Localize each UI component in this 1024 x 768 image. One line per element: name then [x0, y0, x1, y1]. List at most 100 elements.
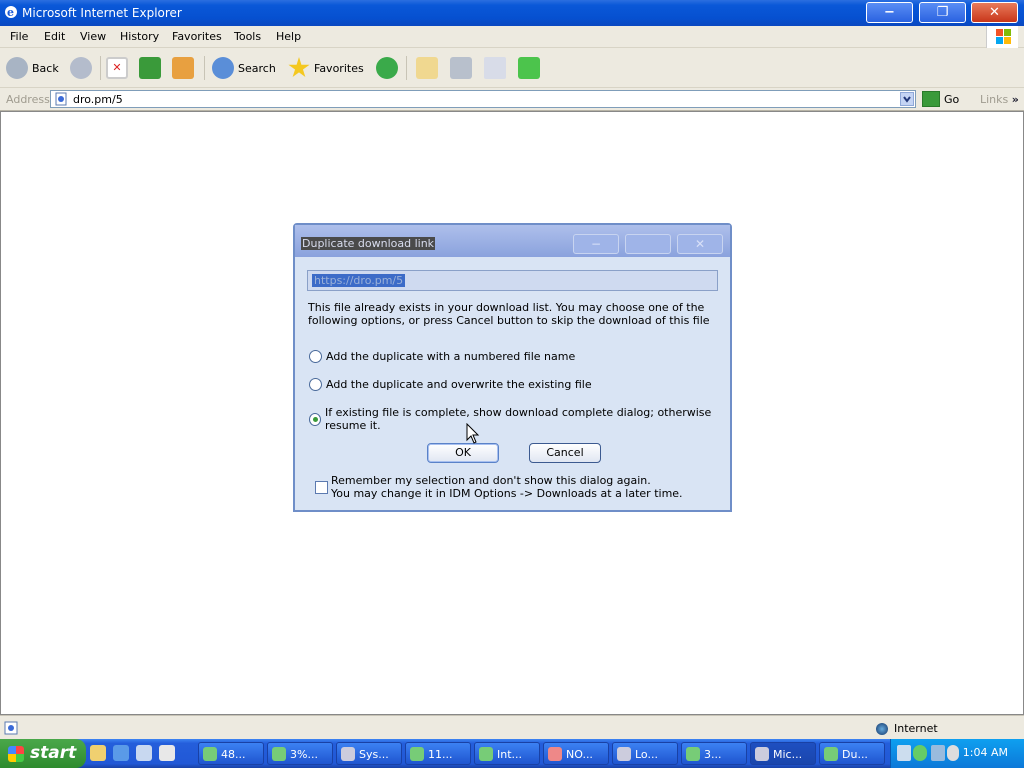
ok-button[interactable]: OK — [427, 443, 499, 463]
menu-bar: File Edit View History Favorites Tools H… — [0, 26, 1024, 48]
windows-logo-icon — [986, 26, 1018, 48]
close-button[interactable]: ✕ — [971, 2, 1018, 23]
taskbar-item[interactable]: 48... — [198, 742, 264, 765]
option-resume[interactable]: If existing file is complete, show downl… — [309, 406, 730, 432]
edit-button[interactable] — [484, 56, 506, 80]
globe-icon — [876, 722, 888, 735]
taskbar-item[interactable]: Lo... — [612, 742, 678, 765]
address-label: Address — [6, 93, 50, 106]
task-label: NO... — [566, 748, 593, 761]
idm-tray-icon[interactable] — [913, 745, 927, 761]
dialog-maximize-button[interactable] — [625, 234, 671, 254]
menu-edit[interactable]: Edit — [44, 30, 65, 43]
network-icon[interactable] — [897, 745, 911, 761]
menu-view[interactable]: View — [80, 30, 106, 43]
window-titlebar[interactable]: e Microsoft Internet Explorer − ❐ ✕ — [0, 0, 1024, 26]
links-button[interactable]: Links » — [980, 93, 1019, 106]
mouse-cursor-icon — [466, 423, 480, 444]
task-label: 11... — [428, 748, 453, 761]
minimize-button[interactable]: − — [866, 2, 913, 23]
status-bar: Internet — [0, 715, 1024, 739]
back-label: Back — [32, 61, 59, 75]
remember-line-1: Remember my selection and don't show thi… — [331, 474, 651, 487]
volume-icon[interactable] — [947, 745, 959, 761]
mail-button[interactable] — [416, 56, 438, 80]
remember-checkbox[interactable] — [315, 481, 328, 494]
dialog-url-field[interactable]: https://dro.pm/5 — [307, 270, 718, 291]
task-label: 3%... — [290, 748, 318, 761]
go-button[interactable]: Go — [922, 91, 959, 107]
internet-explorer-icon: e — [5, 6, 17, 19]
printer-icon — [450, 57, 472, 79]
taskbar-item[interactable]: 11... — [405, 742, 471, 765]
menu-file[interactable]: File — [10, 30, 28, 43]
dialog-close-button[interactable]: ✕ — [677, 234, 723, 254]
task-icon — [203, 747, 217, 761]
toolbar-divider — [100, 56, 101, 80]
quicklaunch-folder-icon[interactable] — [90, 745, 106, 761]
media-button[interactable] — [376, 56, 398, 80]
start-button[interactable]: start — [0, 739, 86, 768]
task-icon — [548, 747, 562, 761]
toolbar: Back ✕ Search Favorites — [0, 48, 1024, 88]
search-button[interactable]: Search — [212, 56, 276, 80]
back-button[interactable]: Back — [6, 56, 59, 80]
start-label: start — [30, 743, 77, 763]
star-icon — [288, 57, 310, 78]
option-label: Add the duplicate with a numbered file n… — [326, 350, 576, 363]
radio-button-selected[interactable] — [309, 412, 321, 426]
menu-history[interactable]: History — [120, 30, 159, 43]
option-numbered-name[interactable]: Add the duplicate with a numbered file n… — [309, 350, 575, 363]
print-button[interactable] — [450, 56, 472, 80]
task-label: 3... — [704, 748, 722, 761]
dialog-url-text: https://dro.pm/5 — [312, 274, 406, 287]
quicklaunch-desktop-icon[interactable] — [136, 745, 152, 761]
taskbar-item[interactable]: 3... — [681, 742, 747, 765]
address-dropdown-button[interactable] — [900, 92, 914, 106]
zone-label: Internet — [894, 722, 938, 735]
option-overwrite[interactable]: Add the duplicate and overwrite the exis… — [309, 378, 592, 391]
option-label: Add the duplicate and overwrite the exis… — [326, 378, 592, 391]
chevron-down-icon — [903, 96, 911, 103]
messenger-button[interactable] — [518, 56, 540, 80]
display-icon[interactable] — [931, 745, 945, 761]
home-button[interactable] — [172, 56, 194, 80]
duplicate-download-dialog: Duplicate download link − ✕ https://dro.… — [293, 223, 732, 512]
taskbar-item[interactable]: Int... — [474, 742, 540, 765]
task-icon — [686, 747, 700, 761]
task-label: Du... — [842, 748, 868, 761]
links-label: Links — [980, 93, 1009, 106]
menu-help[interactable]: Help — [276, 30, 301, 43]
address-bar: Address dro.pm/5 Go Links » — [0, 88, 1024, 111]
menu-favorites[interactable]: Favorites — [172, 30, 222, 43]
radio-button[interactable] — [309, 378, 322, 391]
links-chevron-icon: » — [1011, 93, 1019, 106]
task-icon — [824, 747, 838, 761]
radio-button[interactable] — [309, 350, 322, 363]
task-label: Mic... — [773, 748, 803, 761]
quicklaunch-media-icon[interactable] — [159, 745, 175, 761]
taskbar-item[interactable]: Du... — [819, 742, 885, 765]
favorites-button[interactable]: Favorites — [288, 56, 364, 80]
task-label: 48... — [221, 748, 246, 761]
taskbar-item[interactable]: NO... — [543, 742, 609, 765]
task-icon — [272, 747, 286, 761]
dialog-title: Duplicate download link — [301, 237, 436, 250]
stop-button[interactable]: ✕ — [106, 56, 128, 80]
address-input[interactable]: dro.pm/5 — [50, 90, 916, 108]
forward-button[interactable] — [70, 56, 92, 80]
cancel-button[interactable]: Cancel — [529, 443, 601, 463]
dialog-titlebar[interactable]: Duplicate download link − ✕ — [295, 225, 730, 257]
edit-page-icon — [484, 57, 506, 79]
refresh-button[interactable] — [139, 56, 161, 80]
menu-tools[interactable]: Tools — [234, 30, 261, 43]
mail-icon — [416, 57, 438, 79]
clock[interactable]: 1:04 AM — [963, 746, 1008, 759]
taskbar-item[interactable]: 3%... — [267, 742, 333, 765]
dialog-minimize-button[interactable]: − — [573, 234, 619, 254]
go-arrow-icon — [922, 91, 940, 107]
restore-button[interactable]: ❐ — [919, 2, 966, 23]
taskbar-item[interactable]: Sys... — [336, 742, 402, 765]
taskbar-item-active[interactable]: Mic... — [750, 742, 816, 765]
quicklaunch-ie-icon[interactable] — [113, 745, 129, 761]
